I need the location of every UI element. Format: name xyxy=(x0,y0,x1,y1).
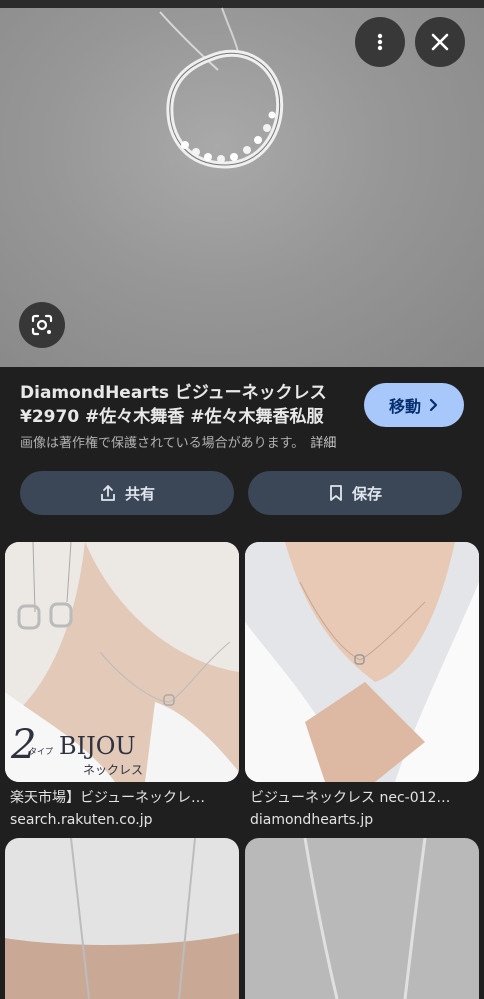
detail-link[interactable]: 詳細 xyxy=(310,436,336,451)
bookmark-icon xyxy=(330,485,342,501)
related-title[interactable]: ビジューネックレス nec-012… xyxy=(250,788,484,808)
bijou-text: BIJOU xyxy=(59,732,136,760)
bijou-subtext: ネックレス xyxy=(83,763,143,777)
goto-button[interactable]: 移動 xyxy=(364,383,464,427)
goto-label: 移動 xyxy=(388,397,421,416)
bijou-number: 2 xyxy=(10,722,36,768)
lens-search-icon xyxy=(31,314,53,336)
related-image xyxy=(245,838,479,999)
related-image-card[interactable] xyxy=(245,838,479,999)
close-button[interactable] xyxy=(415,17,465,67)
copyright-notice: 画像は著作権で保護されている場合があります。 詳細 xyxy=(20,432,336,451)
copyright-text: 画像は著作権で保護されている場合があります。 xyxy=(20,436,305,451)
related-image-card[interactable]: 2 タイプ BIJOU ネックレス xyxy=(5,542,239,782)
bijou-type: タイプ xyxy=(29,747,53,756)
related-title[interactable]: 楽天市場】ビジューネックレ… xyxy=(10,788,244,808)
related-source: diamondhearts.jp xyxy=(250,812,374,828)
necklace-image xyxy=(159,7,284,169)
result-info-panel: DiamondHearts ビジューネックレス ¥2970 #佐々木舞香 #佐々… xyxy=(0,367,484,540)
related-caption: ビジューネックレス nec-012… diamondhearts.jp xyxy=(250,788,484,830)
save-label: 保存 xyxy=(351,484,382,503)
chevron-right-icon xyxy=(429,398,438,412)
related-caption: 楽天市場】ビジューネックレ… search.rakuten.co.jp xyxy=(10,788,244,830)
close-icon xyxy=(431,33,449,51)
share-label: 共有 xyxy=(124,484,155,503)
related-image: 2 タイプ BIJOU ネックレス xyxy=(5,542,239,782)
lens-search-button[interactable] xyxy=(19,302,65,348)
related-source: search.rakuten.co.jp xyxy=(10,812,153,828)
more-options-button[interactable] xyxy=(355,17,405,67)
share-button[interactable]: 共有 xyxy=(20,471,234,515)
more-vert-icon xyxy=(377,33,383,51)
result-title[interactable]: DiamondHearts ビジューネックレス ¥2970 #佐々木舞香 #佐々… xyxy=(20,381,350,429)
main-image[interactable] xyxy=(0,0,484,367)
related-image-card[interactable] xyxy=(245,542,479,782)
related-image xyxy=(5,838,239,999)
related-image xyxy=(245,542,479,782)
share-icon xyxy=(101,485,115,501)
related-image-card[interactable] xyxy=(5,838,239,999)
save-button[interactable]: 保存 xyxy=(248,471,462,515)
